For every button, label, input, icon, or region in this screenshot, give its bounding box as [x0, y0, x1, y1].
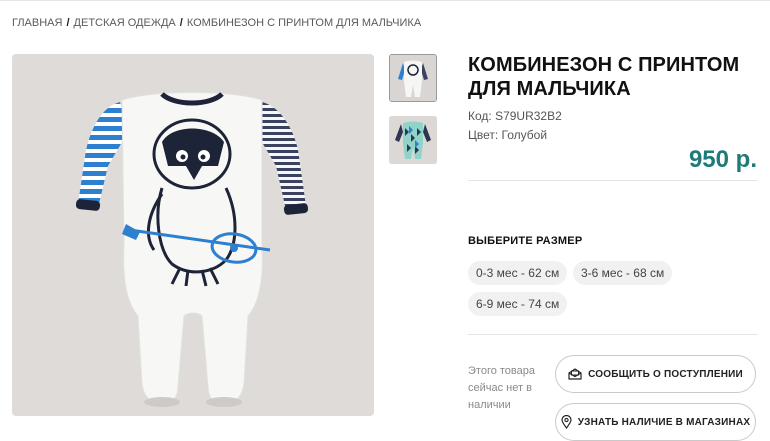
product-price: 950 р. [688, 146, 757, 173]
size-option-0-3[interactable]: 0-3 мес - 62 см [468, 261, 568, 285]
product-color: Цвет: Голубой [468, 128, 548, 142]
breadcrumb-current[interactable]: КОМБИНЕЗОН С ПРИНТОМ ДЛЯ МАЛЬЧИКА [187, 17, 421, 29]
onesie-illustration [75, 92, 309, 407]
location-pin-icon [561, 415, 572, 429]
breadcrumb-separator: / [179, 17, 183, 29]
breadcrumb-separator: / [66, 17, 70, 29]
notify-button-label: СООБЩИТЬ О ПОСТУПЛЕНИИ [588, 368, 743, 380]
breadcrumb-kids-clothing[interactable]: ДЕТСКАЯ ОДЕЖДА [74, 17, 176, 29]
thumbnail-1[interactable] [389, 54, 437, 102]
top-divider [0, 0, 770, 1]
product-main-image[interactable] [12, 54, 374, 416]
product-code: Код: S79UR32B2 [468, 109, 562, 123]
notify-when-available-button[interactable]: СООБЩИТЬ О ПОСТУПЛЕНИИ [555, 355, 756, 393]
stores-button-label: УЗНАТЬ НАЛИЧИЕ В МАГАЗИНАХ [577, 416, 751, 428]
thumbnail-2[interactable] [389, 116, 437, 164]
thumbnail-onesie-pattern-icon [389, 116, 437, 164]
size-option-3-6[interactable]: 3-6 мес - 68 см [573, 261, 673, 285]
divider [468, 180, 758, 181]
thumbnail-onesie-front-icon [390, 55, 436, 101]
breadcrumb: ГЛАВНАЯ / ДЕТСКАЯ ОДЕЖДА / КОМБИНЕЗОН С ПРИН… [12, 17, 421, 29]
size-selector-title: ВЫБЕРИТЕ РАЗМЕР [468, 235, 583, 247]
out-of-stock-note: Этого товара сейчас нет в наличии [468, 365, 535, 411]
breadcrumb-home[interactable]: ГЛАВНАЯ [12, 17, 62, 29]
product-title: КОМБИНЕЗОН С ПРИНТОМ ДЛЯ МАЛЬЧИКА [468, 54, 740, 100]
size-option-6-9[interactable]: 6-9 мес - 74 см [468, 292, 568, 316]
divider [468, 334, 758, 335]
envelope-icon [568, 368, 582, 380]
check-store-availability-button[interactable]: УЗНАТЬ НАЛИЧИЕ В МАГАЗИНАХ [555, 403, 756, 441]
